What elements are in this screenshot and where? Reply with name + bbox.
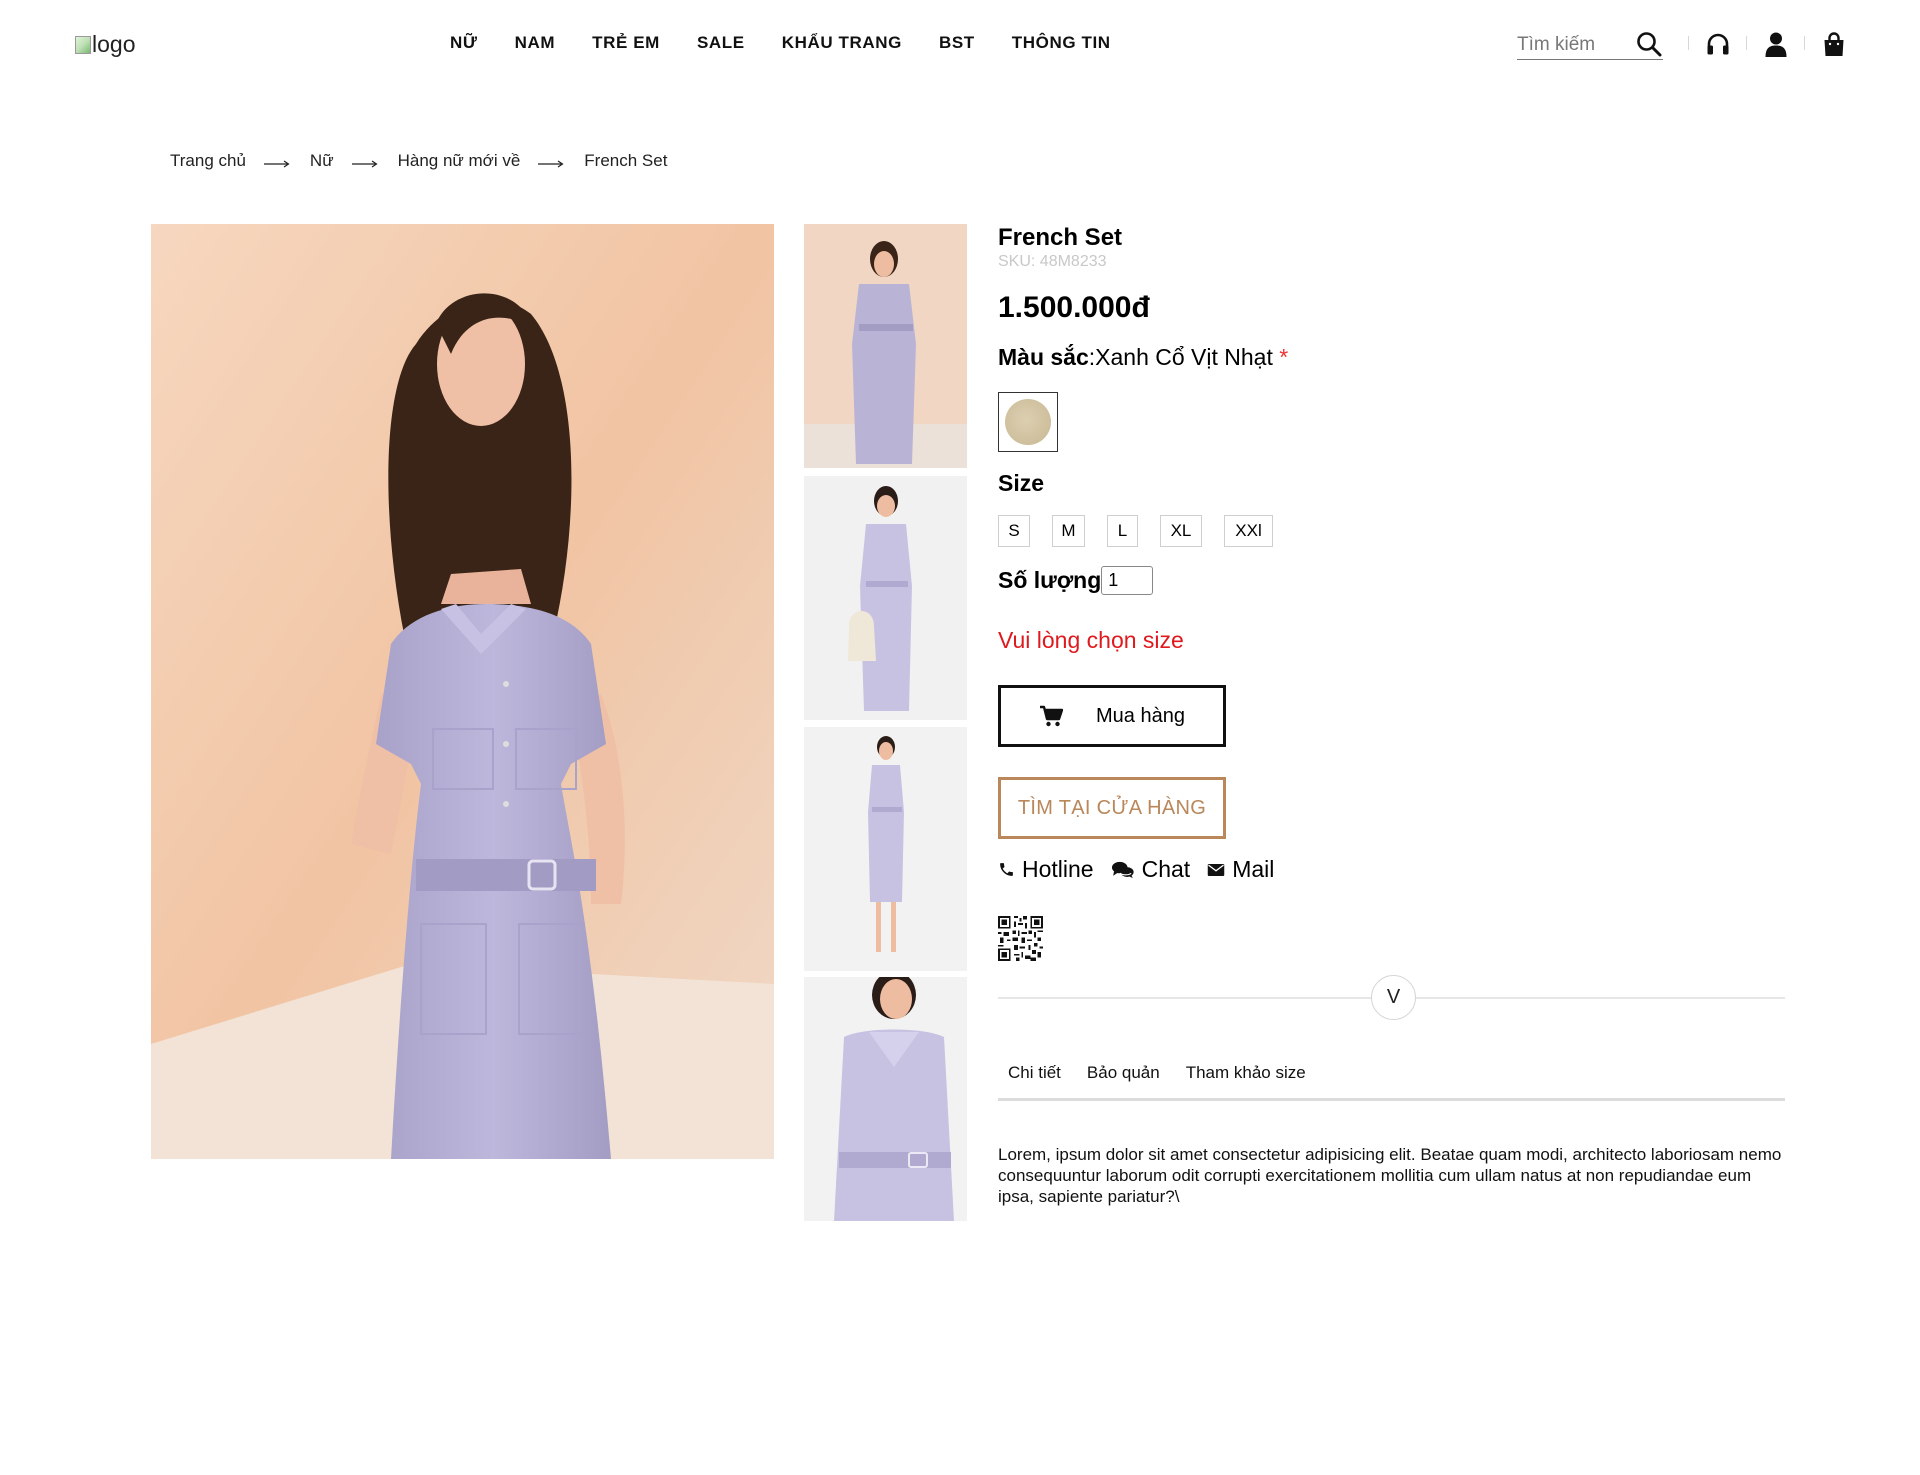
product-price: 1.500.000đ [998,291,1150,324]
header-separator [1688,36,1689,50]
breadcrumb-current: French Set [584,151,668,170]
tab-care[interactable]: Bảo quản [1071,1063,1170,1098]
size-option-xxl[interactable]: XXl [1224,515,1273,547]
size-error-message: Vui lòng chọn size [998,627,1184,653]
product-thumbnail[interactable] [804,977,967,1221]
arrow-right-icon [263,160,290,168]
find-in-store-button[interactable]: TÌM TẠI CỬA HÀNG [998,777,1226,839]
color-value: Xanh Cổ Vịt Nhạt [1095,344,1273,370]
nav-item-masks[interactable]: KHẨU TRANG [782,33,902,53]
user-icon[interactable] [1762,30,1790,58]
qr-code [998,916,1043,961]
arrow-right-icon [351,160,378,168]
buy-button[interactable]: Mua hàng [998,685,1226,747]
color-row: Màu sắc:Xanh Cổ Vịt Nhạt * [998,344,1288,371]
breadcrumb-new-arrivals[interactable]: Hàng nữ mới về [398,151,521,171]
nav-item-collection[interactable]: BST [939,33,975,53]
site-header: logo NỮ NAM TRẺ EM SALE KHẨU TRANG BST T… [0,0,1920,90]
hotline-label: Hotline [1022,856,1094,882]
product-main-image[interactable] [151,224,774,1159]
size-option-m[interactable]: M [1052,515,1085,547]
mail-icon [1207,863,1225,876]
color-swatch-dot [1005,399,1051,445]
size-option-s[interactable]: S [998,515,1030,547]
chat-label: Chat [1141,856,1191,882]
chat-link[interactable]: Chat [1111,856,1191,883]
headphones-icon[interactable] [1704,30,1732,58]
logo-alt-text: logo [92,31,136,57]
mail-link[interactable]: Mail [1207,856,1274,883]
required-mark: * [1279,344,1289,370]
breadcrumb-women[interactable]: Nữ [310,151,334,171]
size-options: S M L XL XXl [998,515,1297,547]
cart-icon [1040,705,1063,727]
broken-image-icon [75,35,91,54]
hotline-link[interactable]: Hotline [998,856,1094,883]
expand-toggle[interactable]: V [1371,975,1416,1020]
header-separator [1804,36,1805,50]
tab-details[interactable]: Chi tiết [998,1063,1071,1098]
nav-item-kids[interactable]: TRẺ EM [592,33,660,53]
nav-item-men[interactable]: NAM [515,33,556,53]
tab-size-guide[interactable]: Tham khảo size [1170,1063,1316,1098]
arrow-right-icon [538,160,564,168]
chat-icon [1111,861,1134,878]
product-name: French Set [998,224,1123,251]
product-thumbnail[interactable] [804,727,967,971]
nav-item-info[interactable]: THÔNG TIN [1012,33,1111,53]
nav-item-sale[interactable]: SALE [697,33,745,53]
mail-label: Mail [1232,856,1275,882]
search-input[interactable] [1517,28,1635,56]
product-sku: SKU: 48M8233 [998,253,1107,270]
contact-links: Hotline Chat Mail [998,856,1291,883]
nav-item-women[interactable]: NỮ [450,33,478,53]
product-description: Lorem, ipsum dolor sit amet consectetur … [998,1145,1782,1206]
shopping-bag-icon[interactable] [1820,30,1848,58]
size-option-xl[interactable]: XL [1160,515,1202,547]
logo[interactable]: logo [75,31,135,58]
size-option-l[interactable]: L [1107,515,1138,547]
detail-tabs: Chi tiết Bảo quản Tham khảo size [998,1063,1785,1101]
search-box [1517,28,1663,60]
header-separator [1746,36,1747,50]
product-thumbnail[interactable] [804,224,967,468]
phone-icon [1000,863,1013,876]
main-nav: NỮ NAM TRẺ EM SALE KHẨU TRANG BST THÔNG … [450,33,1148,53]
quantity-input[interactable] [1101,566,1154,595]
quantity-label: Số lượng [998,567,1102,593]
breadcrumb: Trang chủ Nữ Hàng nữ mới về French Set [170,151,667,171]
breadcrumb-home[interactable]: Trang chủ [170,151,246,171]
size-label: Size [998,470,1045,496]
color-label: Màu sắc [998,344,1089,370]
search-icon[interactable] [1635,30,1663,58]
buy-button-label: Mua hàng [1096,705,1185,727]
product-thumbnail[interactable] [804,476,967,720]
color-swatch[interactable] [998,392,1058,452]
quantity-row: Số lượng [998,566,1154,595]
